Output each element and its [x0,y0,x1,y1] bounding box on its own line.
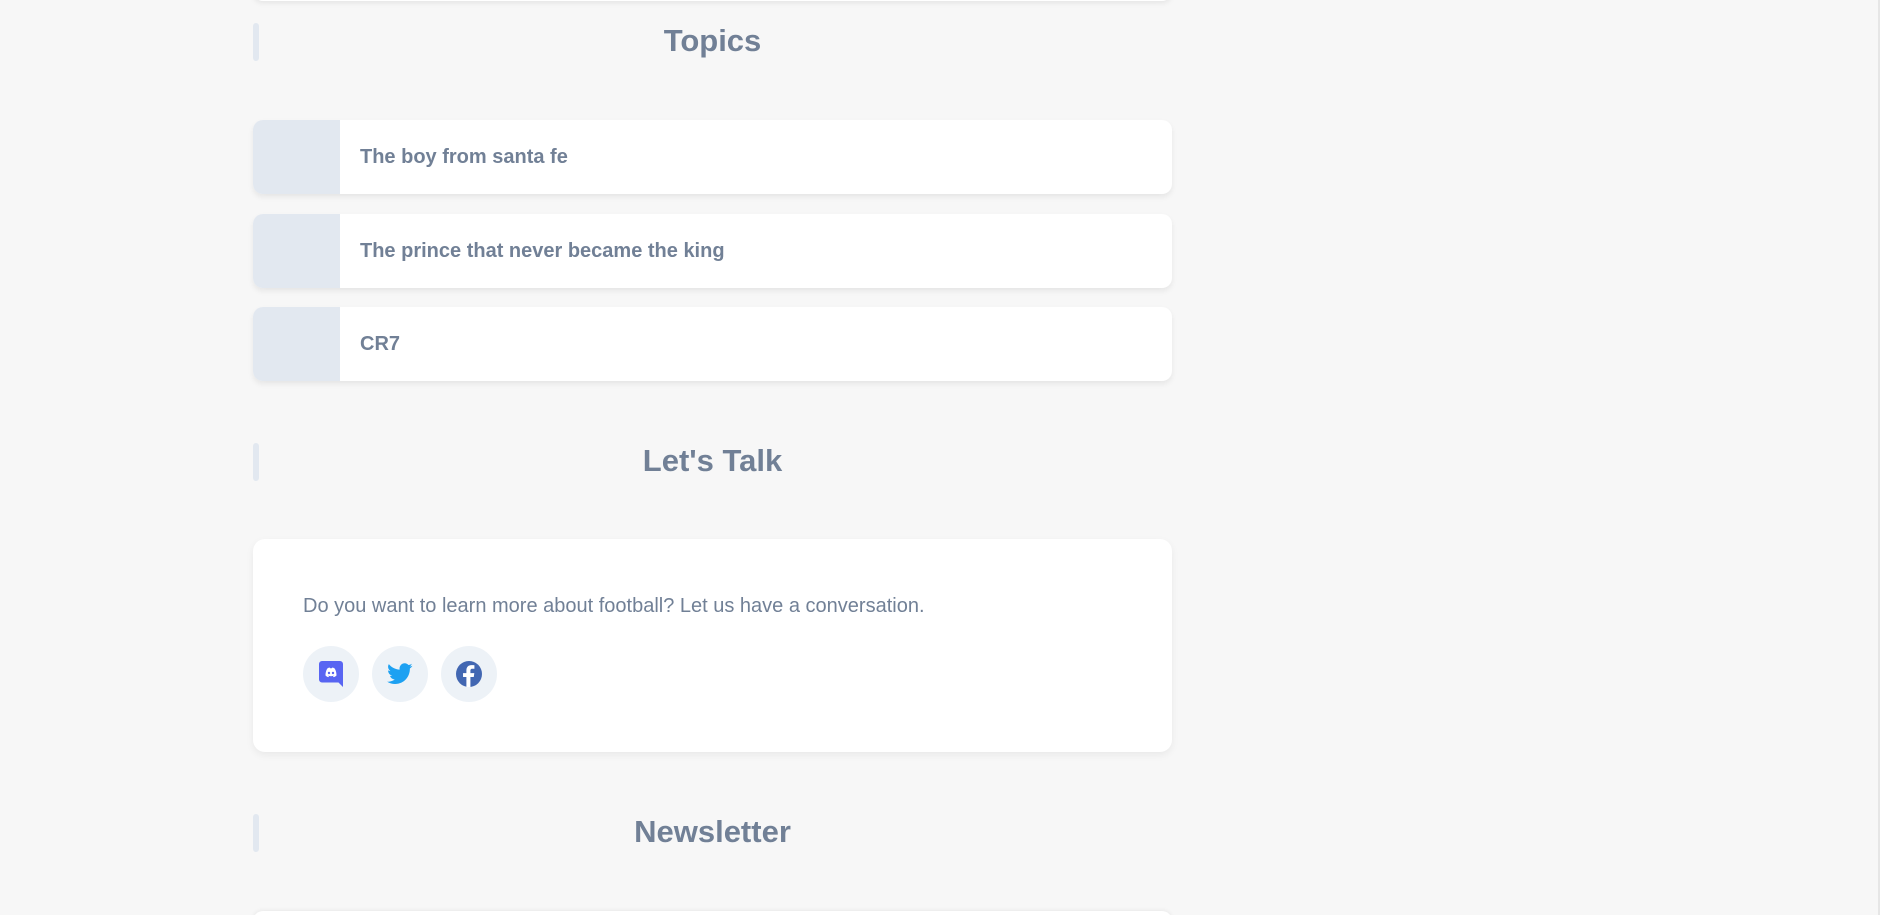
topic-item-boy-from-santa-fe[interactable]: The boy from santa fe [253,120,1172,194]
topic-label: The prince that never became the king [360,239,725,262]
newsletter-heading: Newsletter [634,814,791,849]
topic-item-cr7[interactable]: CR7 [253,307,1172,381]
topic-item-prince-never-king[interactable]: The prince that never became the king [253,214,1172,288]
talk-description: Do you want to learn more about football… [303,595,925,617]
discord-icon [319,661,343,687]
facebook-icon [456,661,482,687]
topic-label: CR7 [360,332,401,355]
topic-thumbnail [253,307,340,381]
topic-label: The boy from santa fe [360,145,568,168]
previous-card-edge [253,0,1172,1]
twitter-icon [387,663,413,684]
topic-thumbnail [253,120,340,194]
newsletter-card-edge [253,911,1172,915]
page: Topics The boy from santa fe The prince … [0,0,1880,915]
twitter-button[interactable] [372,646,428,702]
discord-button[interactable] [303,646,359,702]
talk-card: Do you want to learn more about football… [253,539,1172,752]
topics-heading: Topics [663,23,762,58]
newsletter-section-heading: Newsletter [253,812,1172,852]
topic-thumbnail [253,214,340,288]
social-links [303,646,497,702]
talk-section-heading: Let's Talk [253,441,1172,481]
talk-heading: Let's Talk [642,443,783,478]
topics-section-heading: Topics [253,21,1172,61]
facebook-button[interactable] [441,646,497,702]
